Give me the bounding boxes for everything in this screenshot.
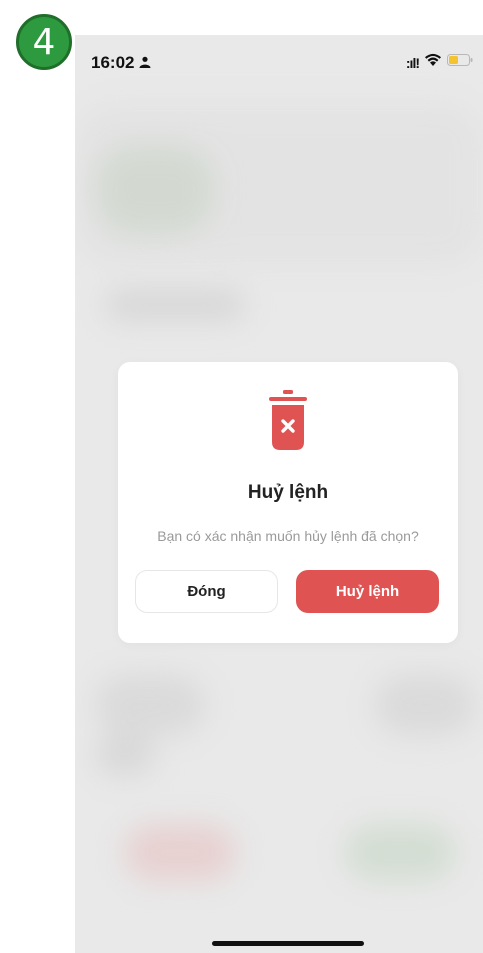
- status-time-group: 16:02: [91, 53, 151, 73]
- blurred-red-button: [125, 825, 235, 880]
- cancel-order-dialog: Huỷ lệnh Bạn có xác nhận muốn hủy lệnh đ…: [118, 362, 458, 643]
- dialog-title: Huỷ lệnh: [247, 482, 329, 503]
- cellular-signal-icon: :ıl!: [405, 54, 420, 71]
- blurred-row: [95, 735, 155, 775]
- blurred-row: [375, 675, 475, 735]
- trash-icon: [265, 388, 311, 452]
- status-bar: 16:02 :ıl!: [75, 35, 483, 90]
- close-button[interactable]: Đóng: [135, 570, 278, 613]
- status-icons: :ıl!: [406, 53, 473, 72]
- status-time: 16:02: [91, 52, 135, 72]
- person-icon: [139, 53, 151, 73]
- step-number-badge: 4: [16, 14, 72, 70]
- blurred-green-button: [345, 825, 455, 880]
- blurred-gray-bar: [75, 105, 483, 265]
- confirm-cancel-order-button[interactable]: Huỷ lệnh: [296, 570, 439, 613]
- app-canvas: 4 16:02 :ıl! Huỷ lệnh Bạn có xác nhận mu…: [0, 0, 483, 953]
- dialog-message: Bạn có xác nhận muốn hủy lệnh đã chọn?: [157, 528, 419, 544]
- blurred-row: [95, 675, 205, 735]
- home-indicator[interactable]: [212, 941, 364, 946]
- wifi-icon: [424, 53, 442, 72]
- blurred-text-line: [105, 290, 245, 320]
- battery-icon: [447, 53, 473, 72]
